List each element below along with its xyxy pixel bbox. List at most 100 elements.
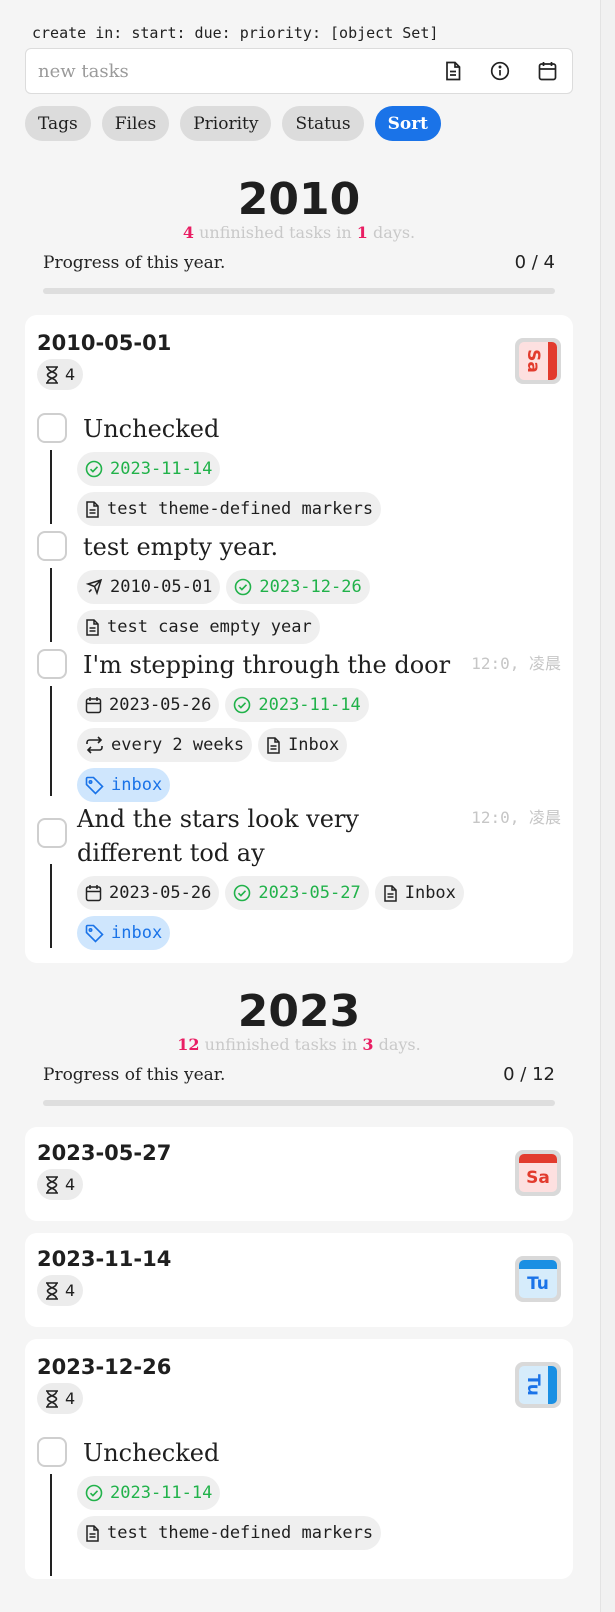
progress-count: 0 / 12: [503, 1064, 555, 1085]
done-date: 2023-11-14: [110, 459, 213, 479]
day-card: 2010-05-01 4 Sa Unchecked 2023-11-14 tes…: [25, 315, 573, 963]
filter-files[interactable]: Files: [101, 106, 170, 141]
summary-text-end: days.: [378, 1035, 421, 1054]
scheduled-date: 2023-05-26: [109, 695, 212, 715]
progress-label: Progress of this year.: [43, 1064, 226, 1085]
task-count-badge: 4: [37, 1275, 84, 1306]
file-chip[interactable]: test case empty year: [77, 610, 320, 644]
task-view: create in: start: due: priority: [object…: [25, 0, 573, 1579]
file-icon: [86, 500, 99, 518]
start-date-chip[interactable]: 2010-05-01: [77, 570, 221, 604]
recurrence-chip[interactable]: every 2 weeks: [77, 728, 253, 762]
info-icon[interactable]: [483, 54, 517, 88]
day-card: 2023-05-27 4 Sa: [25, 1127, 573, 1221]
scheduled-date-chip[interactable]: 2023-05-26: [77, 876, 220, 910]
task-count: 4: [65, 1175, 76, 1194]
task-text[interactable]: And the stars look very different tod ay: [71, 802, 451, 870]
weekday-label: Sa: [526, 1168, 550, 1188]
calendar-icon: [85, 885, 102, 902]
scheduled-date-chip[interactable]: 2023-05-26: [77, 688, 220, 722]
file-icon: [86, 618, 99, 636]
filter-priority[interactable]: Priority: [180, 106, 272, 141]
tag-chip[interactable]: inbox: [77, 916, 171, 950]
day-count: 1: [356, 223, 368, 242]
done-date-chip[interactable]: 2023-05-27: [225, 876, 369, 910]
file-icon[interactable]: [436, 54, 470, 88]
query-line: create in: start: due: priority: [object…: [32, 24, 439, 42]
new-task-input[interactable]: new tasks: [25, 48, 573, 94]
task-checkbox[interactable]: [37, 1437, 67, 1467]
done-date-chip[interactable]: 2023-12-26: [226, 570, 370, 604]
task-checkbox[interactable]: [37, 818, 67, 848]
weekday-label: Tu: [527, 1274, 549, 1294]
time-hint: 12:0, 凌晨: [471, 808, 561, 827]
filter-status[interactable]: Status: [282, 106, 364, 141]
hourglass-icon: [46, 1389, 58, 1408]
progress-bar: [43, 1100, 555, 1106]
task-count: 4: [65, 365, 76, 384]
progress-bar: [43, 288, 555, 294]
file-chip[interactable]: Inbox: [374, 876, 464, 910]
task-checkbox[interactable]: [37, 413, 67, 443]
file-name: test theme-defined markers: [107, 499, 374, 519]
done-date-chip[interactable]: 2023-11-14: [225, 688, 369, 722]
file-chip[interactable]: test theme-defined markers: [77, 492, 382, 526]
tag-chip[interactable]: inbox: [77, 768, 171, 802]
done-date-chip[interactable]: 2023-11-14: [77, 452, 221, 486]
file-icon: [383, 884, 397, 902]
file-chip[interactable]: test theme-defined markers: [77, 1516, 382, 1550]
year-summary: 12 unfinished tasks in 3 days.: [25, 1035, 573, 1054]
day-date: 2010-05-01: [37, 331, 172, 355]
task-count-badge: 4: [37, 359, 84, 390]
tag-icon: [85, 776, 104, 795]
year-progress: Progress of this year. 0 / 4: [43, 252, 555, 294]
task-connector: [50, 864, 52, 948]
calendar-blue-icon: Tu: [515, 1362, 561, 1408]
done-date: 2023-11-14: [258, 695, 361, 715]
unfinished-count: 12: [177, 1035, 200, 1054]
task-checkbox[interactable]: [37, 531, 67, 561]
task-list: Unchecked 2023-11-14 test theme-defined …: [37, 1436, 561, 1576]
task-count-badge: 4: [37, 1169, 84, 1200]
scheduled-date: 2023-05-26: [109, 883, 212, 903]
task-count-badge: 4: [37, 1383, 84, 1414]
progress-count: 0 / 4: [514, 252, 555, 273]
task-item: I'm stepping through the door 12:0, 凌晨 2…: [37, 648, 561, 802]
tag-name: inbox: [111, 775, 163, 795]
task-item: Unchecked 2023-11-14 test theme-defined …: [37, 412, 561, 528]
filter-sort[interactable]: Sort: [374, 106, 442, 141]
task-text[interactable]: Unchecked: [77, 412, 561, 446]
summary-text: unfinished tasks in: [199, 223, 352, 242]
done-date: 2023-05-27: [258, 883, 361, 903]
tag-icon: [85, 924, 104, 943]
year-header: 2023 12 unfinished tasks in 3 days.: [25, 987, 573, 1055]
scrollbar[interactable]: [600, 0, 615, 1612]
task-connector: [50, 568, 52, 642]
task-text[interactable]: Unchecked: [77, 1436, 561, 1470]
day-count: 3: [362, 1035, 374, 1054]
day-date: 2023-12-26: [37, 1355, 172, 1379]
calendar-icon[interactable]: [530, 54, 564, 88]
year-header: 2010 4 unfinished tasks in 1 days.: [25, 175, 573, 243]
task-text[interactable]: test empty year.: [77, 530, 561, 564]
new-task-placeholder[interactable]: new tasks: [38, 61, 423, 82]
check-circle-icon: [234, 696, 251, 714]
done-date-chip[interactable]: 2023-11-14: [77, 1476, 221, 1510]
day-card: 2023-12-26 4 Tu Unchecked 2023-11-14 tes…: [25, 1339, 573, 1579]
task-count: 4: [65, 1281, 76, 1300]
file-icon: [86, 1524, 99, 1542]
task-checkbox[interactable]: [37, 649, 67, 679]
calendar-red-icon: Sa: [515, 1150, 561, 1196]
filter-pills: Tags Files Priority Status Sort: [25, 106, 573, 142]
done-date: 2023-11-14: [110, 1483, 213, 1503]
filter-tags[interactable]: Tags: [25, 106, 91, 141]
year-summary: 4 unfinished tasks in 1 days.: [25, 223, 573, 242]
file-name: Inbox: [288, 735, 340, 755]
done-date: 2023-12-26: [259, 577, 362, 597]
repeat-icon: [86, 736, 103, 754]
progress-label: Progress of this year.: [43, 252, 226, 273]
calendar-icon: [85, 697, 102, 714]
task-item: Unchecked 2023-11-14 test theme-defined …: [37, 1436, 561, 1576]
file-chip[interactable]: Inbox: [258, 728, 348, 762]
year-progress: Progress of this year. 0 / 12: [43, 1064, 555, 1106]
